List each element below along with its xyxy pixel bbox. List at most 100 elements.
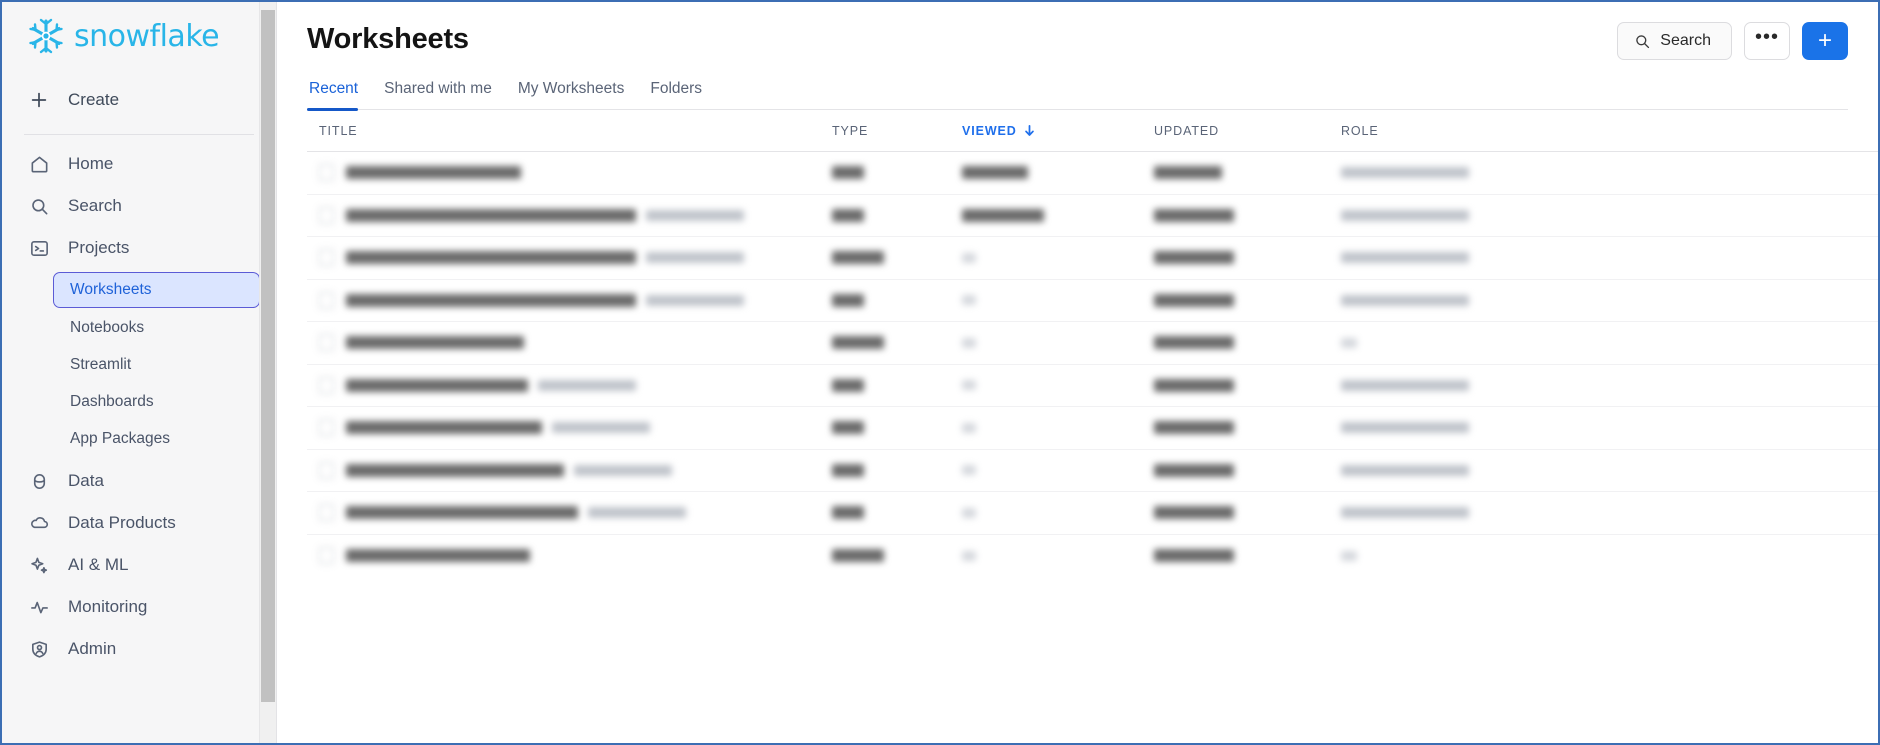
table-row[interactable] [307,365,1878,407]
cloud-icon [28,512,50,534]
sidebar-item-app-packages[interactable]: App Packages [54,422,260,456]
sidebar-scrollbar[interactable] [259,2,276,743]
tab-folders[interactable]: Folders [637,80,715,109]
cell-title[interactable] [307,376,832,394]
redacted-value [1154,419,1234,436]
cell-title[interactable] [307,206,832,224]
table-row[interactable] [307,407,1878,450]
worksheets-tabs: Recent Shared with me My Worksheets Fold… [307,80,1848,111]
database-icon [28,470,50,492]
redacted-value [1154,249,1234,266]
cell-type [832,461,962,479]
table-row[interactable] [307,535,1878,578]
column-header-title[interactable]: TITLE [307,124,832,138]
tab-shared-with-me[interactable]: Shared with me [371,80,505,109]
sidebar-item-ai-ml[interactable]: AI & ML [18,544,260,586]
sidebar-divider [24,134,254,135]
cell-title[interactable] [307,461,832,479]
cell-title[interactable] [307,249,832,267]
redacted-value [1154,334,1234,351]
cell-role [1341,547,1581,565]
sidebar-item-create[interactable]: Create [18,78,260,122]
cell-role [1341,419,1581,437]
ellipsis-icon: ••• [1754,25,1779,48]
table-row[interactable] [307,237,1878,280]
search-button[interactable]: Search [1617,22,1732,60]
redacted-title [346,166,521,180]
cell-updated [1154,376,1341,394]
more-options-button[interactable]: ••• [1744,22,1790,60]
table-row[interactable] [307,322,1878,365]
sidebar-item-home[interactable]: Home [18,143,260,185]
activity-icon [28,596,50,618]
sidebar-item-search[interactable]: Search [18,185,260,227]
cell-title[interactable] [307,504,832,522]
sidebar-item-streamlit[interactable]: Streamlit [54,348,260,382]
table-row[interactable] [307,152,1878,195]
redacted-value [832,419,864,436]
sidebar-subitem-label: Notebooks [70,319,145,336]
redacted-value [1341,249,1469,266]
cell-viewed [962,461,1154,479]
table-row[interactable] [307,492,1878,535]
sidebar-scrollbar-thumb[interactable] [261,10,275,702]
cell-title[interactable] [307,334,832,352]
cell-viewed [962,419,1154,437]
cell-role [1341,164,1581,182]
redacted-value [962,504,976,521]
column-header-updated[interactable]: UPDATED [1154,124,1341,138]
sidebar-item-label: Home [68,154,114,173]
tab-label: My Worksheets [517,80,625,97]
cell-title[interactable] [307,547,832,565]
sparkle-icon [28,554,50,576]
sidebar: snowflake Create Home Search Projects Wo… [2,2,277,743]
sidebar-item-dashboards[interactable]: Dashboards [54,385,260,419]
sidebar-item-monitoring[interactable]: Monitoring [18,586,260,628]
tab-recent[interactable]: Recent [307,80,371,111]
sidebar-item-admin[interactable]: Admin [18,628,260,670]
sidebar-subitem-label: Worksheets [70,281,152,298]
brand-logo[interactable]: snowflake [2,2,276,70]
cell-type [832,334,962,352]
column-label: TITLE [319,123,358,138]
page-title: Worksheets [307,23,469,55]
arrow-down-icon [1023,124,1036,137]
cell-title[interactable] [307,164,832,182]
cell-updated [1154,419,1341,437]
cell-viewed [962,249,1154,267]
table-row[interactable] [307,195,1878,237]
sidebar-item-worksheets[interactable]: Worksheets [53,272,260,308]
tab-my-worksheets[interactable]: My Worksheets [505,80,638,109]
sidebar-item-label: AI & ML [68,555,129,574]
page-header: Worksheets Search ••• + [277,2,1878,60]
redacted-title [346,549,530,563]
redacted-value [832,461,864,478]
cell-updated [1154,206,1341,224]
cell-role [1341,334,1581,352]
home-icon [28,153,50,175]
redacted-value [1154,376,1234,393]
cell-viewed [962,334,1154,352]
column-header-type[interactable]: TYPE [832,124,962,138]
search-icon [28,195,50,217]
redacted-value [1341,164,1469,181]
sidebar-item-label: Data Products [68,513,176,532]
cell-title[interactable] [307,419,832,437]
sidebar-item-notebooks[interactable]: Notebooks [54,311,260,345]
column-header-role[interactable]: ROLE [1341,124,1581,138]
table-row[interactable] [307,450,1878,492]
sidebar-subitem-label: Dashboards [70,393,154,410]
sidebar-item-label: Data [68,471,104,490]
cell-title[interactable] [307,291,832,309]
sidebar-item-data[interactable]: Data [18,460,260,502]
table-body [307,152,1878,577]
table-row[interactable] [307,280,1878,322]
cell-viewed [962,504,1154,522]
redacted-value [832,504,864,521]
cell-type [832,419,962,437]
sidebar-item-projects[interactable]: Projects [18,227,260,269]
column-header-viewed[interactable]: VIEWED [962,124,1154,138]
add-worksheet-button[interactable]: + [1802,22,1848,60]
plus-icon [28,90,50,110]
sidebar-item-data-products[interactable]: Data Products [18,502,260,544]
